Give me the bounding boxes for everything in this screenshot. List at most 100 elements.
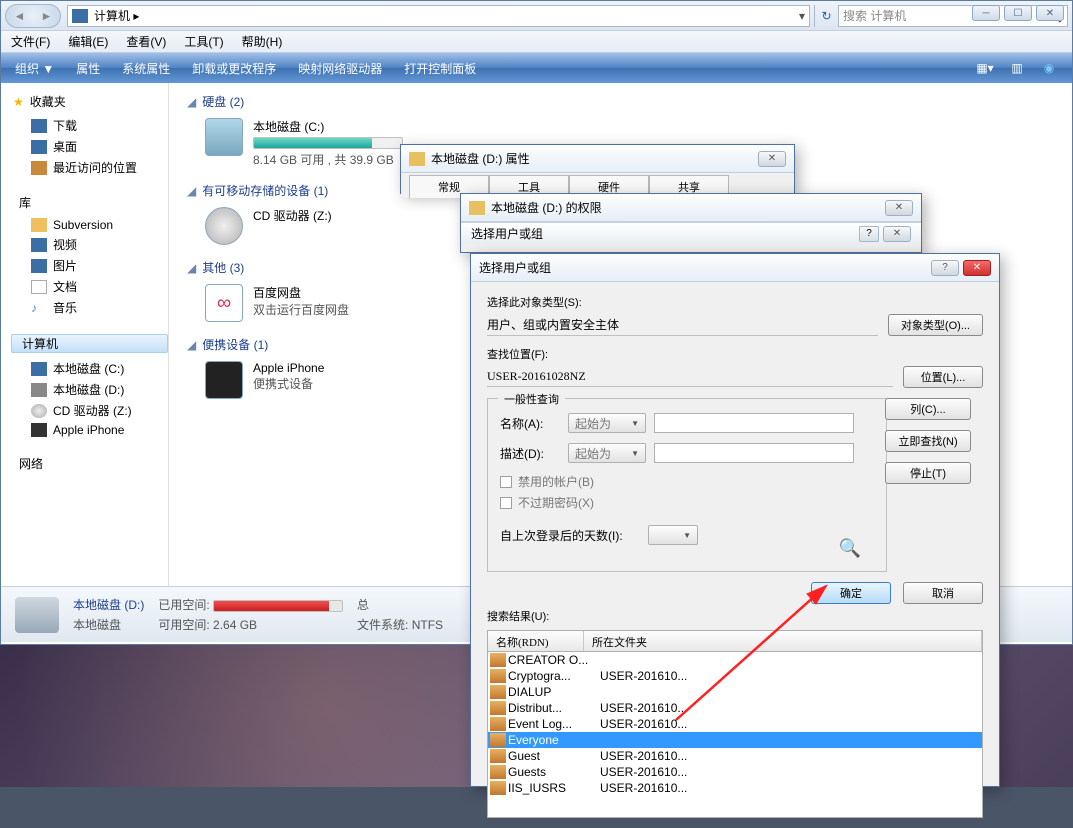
no-expire-checkbox[interactable]: 不过期密码(X) — [500, 494, 874, 511]
drive-icon — [409, 152, 425, 166]
sidebar-computer-head[interactable]: 计算机 — [11, 334, 168, 353]
drive-icon — [31, 383, 47, 397]
result-row[interactable]: Everyone — [488, 732, 982, 748]
sidebar-item-music[interactable]: ♪音乐 — [13, 297, 168, 318]
refresh-button[interactable]: ↻ — [814, 5, 838, 27]
sidebar-item-downloads[interactable]: 下载 — [13, 115, 168, 136]
toolbar-sys-properties[interactable]: 系统属性 — [122, 60, 170, 77]
close-button[interactable]: ✕ — [883, 226, 911, 242]
sidebar-favorites-head[interactable]: ★收藏夹 — [13, 93, 168, 110]
sidebar-item-documents[interactable]: 文档 — [13, 276, 168, 297]
result-row[interactable]: Event Log...USER-201610... — [488, 716, 982, 732]
menu-tools[interactable]: 工具(T) — [184, 33, 223, 50]
col-name[interactable]: 名称(RDN) — [488, 631, 584, 651]
disabled-accounts-checkbox[interactable]: 禁用的帐户(B) — [500, 473, 874, 490]
music-icon: ♪ — [31, 301, 47, 315]
desc-input[interactable] — [654, 443, 854, 463]
folder-icon — [469, 201, 485, 215]
result-row[interactable]: GuestUSER-201610... — [488, 748, 982, 764]
view-mode-button[interactable]: ▦▾ — [976, 59, 994, 77]
result-row[interactable]: Cryptogra...USER-201610... — [488, 668, 982, 684]
object-type-button[interactable]: 对象类型(O)... — [888, 314, 983, 336]
name-combo[interactable]: 起始为▼ — [568, 413, 646, 433]
drive-z[interactable]: CD 驱动器 (Z:) — [205, 207, 385, 245]
phone-icon — [31, 423, 47, 437]
address-bar[interactable]: 计算机 ▸ ▾ — [67, 5, 810, 27]
window-controls: ─ ☐ ✕ — [972, 5, 1064, 21]
group-icon — [490, 701, 506, 715]
query-tab-label[interactable]: 一般性查询 — [498, 391, 565, 407]
maximize-button[interactable]: ☐ — [1004, 5, 1032, 21]
sidebar-item-video[interactable]: 视频 — [13, 234, 168, 255]
dialog-titlebar[interactable]: 本地磁盘 (D:) 的权限 ✕ — [461, 194, 921, 222]
help-button[interactable]: ? — [931, 260, 959, 276]
toolbar-uninstall[interactable]: 卸载或更改程序 — [192, 60, 276, 77]
sidebar-item-drive-d[interactable]: 本地磁盘 (D:) — [13, 379, 168, 400]
permissions-dialog: 本地磁盘 (D:) 的权限 ✕ 选择用户或组 ? ✕ — [460, 193, 922, 253]
menu-edit[interactable]: 编辑(E) — [68, 33, 108, 50]
drive-c[interactable]: 本地磁盘 (C:) 8.14 GB 可用 , 共 39.9 GB — [205, 118, 385, 168]
toolbar: 组织 ▼ 属性 系统属性 卸载或更改程序 映射网络驱动器 打开控制面板 ▦▾ ▥… — [1, 53, 1072, 83]
menu-view[interactable]: 查看(V) — [126, 33, 166, 50]
close-button[interactable]: ✕ — [1036, 5, 1064, 21]
forward-button[interactable]: ► — [38, 7, 56, 25]
name-input[interactable] — [654, 413, 854, 433]
checkbox-icon — [500, 497, 512, 509]
sidebar-item-pictures[interactable]: 图片 — [13, 255, 168, 276]
cancel-button[interactable]: 取消 — [903, 582, 983, 604]
result-row[interactable]: CREATOR O... — [488, 652, 982, 668]
result-row[interactable]: IIS_IUSRSUSER-201610... — [488, 780, 982, 796]
baidu-drive[interactable]: ∞ 百度网盘双击运行百度网盘 — [205, 284, 385, 322]
columns-button[interactable]: 列(C)... — [885, 398, 971, 420]
sidebar-libraries-head[interactable]: 库 — [13, 194, 168, 211]
result-row[interactable]: DIALUP — [488, 684, 982, 700]
stop-button[interactable]: 停止(T) — [885, 462, 971, 484]
sidebar-item-desktop[interactable]: 桌面 — [13, 136, 168, 157]
toolbar-control-panel[interactable]: 打开控制面板 — [404, 60, 476, 77]
desc-label: 描述(D): — [500, 445, 560, 462]
results-list[interactable]: CREATOR O...Cryptogra...USER-201610...DI… — [487, 652, 983, 818]
sidebar-item-iphone[interactable]: Apple iPhone — [13, 421, 168, 439]
dialog-titlebar[interactable]: 本地磁盘 (D:) 属性 ✕ — [401, 145, 794, 173]
result-row[interactable]: GuestsUSER-201610... — [488, 764, 982, 780]
toolbar-organize[interactable]: 组织 ▼ — [15, 60, 54, 77]
computer-icon — [72, 9, 88, 23]
sidebar-item-subversion[interactable]: Subversion — [13, 216, 168, 234]
result-row[interactable]: Distribut...USER-201610... — [488, 700, 982, 716]
close-button[interactable]: ✕ — [758, 151, 786, 167]
close-button[interactable]: ✕ — [963, 260, 991, 276]
iphone-device[interactable]: Apple iPhone便携式设备 — [205, 361, 385, 399]
toolbar-properties[interactable]: 属性 — [76, 60, 100, 77]
nav-buttons: ◄ ► — [5, 4, 61, 28]
properties-dialog: 本地磁盘 (D:) 属性 ✕ 常规 工具 硬件 共享 — [400, 144, 795, 194]
preview-pane-button[interactable]: ▥ — [1008, 59, 1026, 77]
menu-help[interactable]: 帮助(H) — [242, 33, 283, 50]
close-button[interactable]: ✕ — [885, 200, 913, 216]
minimize-button[interactable]: ─ — [972, 5, 1000, 21]
sidebar-item-recent[interactable]: 最近访问的位置 — [13, 157, 168, 178]
back-button[interactable]: ◄ — [11, 7, 29, 25]
menu-file[interactable]: 文件(F) — [11, 33, 50, 50]
sidebar-item-drive-c[interactable]: 本地磁盘 (C:) — [13, 358, 168, 379]
dialog-titlebar[interactable]: 选择用户或组 ? ✕ — [471, 254, 999, 282]
name-label: 名称(A): — [500, 415, 560, 432]
days-combo[interactable]: ▼ — [648, 525, 698, 545]
find-now-button[interactable]: 立即查找(N) — [885, 430, 971, 452]
help-button[interactable]: ◉ — [1040, 59, 1058, 77]
sidebar-network-head[interactable]: 网络 — [13, 455, 168, 472]
folder-icon — [31, 218, 47, 232]
breadcrumb[interactable]: 计算机 ▸ — [94, 7, 139, 24]
dropdown-arrow-icon[interactable]: ▾ — [799, 9, 805, 23]
ok-button[interactable]: 确定 — [811, 582, 891, 604]
desc-combo[interactable]: 起始为▼ — [568, 443, 646, 463]
location-button[interactable]: 位置(L)... — [903, 366, 983, 388]
recent-icon — [31, 161, 47, 175]
drive-icon — [205, 118, 243, 156]
toolbar-map-drive[interactable]: 映射网络驱动器 — [298, 60, 382, 77]
group-icon — [490, 717, 506, 731]
group-icon — [490, 765, 506, 779]
col-folder[interactable]: 所在文件夹 — [584, 631, 982, 651]
sidebar-item-drive-z[interactable]: CD 驱动器 (Z:) — [13, 400, 168, 421]
category-disks[interactable]: ◢硬盘 (2) — [187, 93, 1054, 110]
help-button[interactable]: ? — [859, 226, 879, 242]
